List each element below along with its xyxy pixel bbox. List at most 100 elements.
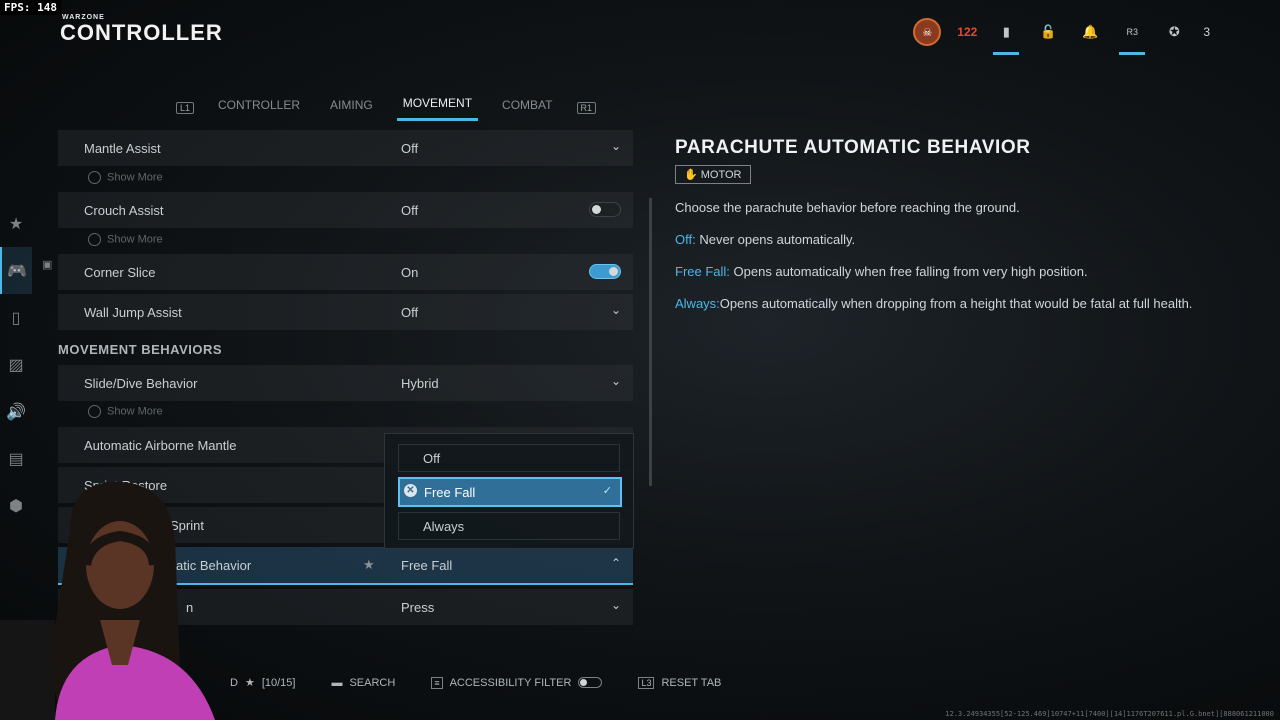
item-key: Always:	[675, 296, 720, 311]
show-more-link[interactable]: Show More	[88, 171, 163, 184]
r3-button-icon[interactable]: R3	[1119, 19, 1146, 55]
show-more-label: Show More	[107, 233, 163, 246]
options-button-icon: ≡	[431, 676, 443, 689]
streamer-webcam	[0, 470, 245, 720]
chevron-down-icon: ⌄	[610, 598, 621, 612]
setting-label: Corner Slice	[84, 265, 156, 280]
button-prompt-icon	[88, 233, 101, 246]
search-button[interactable]: ▬ SEARCH	[331, 677, 395, 689]
gamepad-icon[interactable]: 🎮	[0, 247, 32, 294]
show-more-link[interactable]: Show More	[88, 405, 163, 418]
show-more-label: Show More	[107, 171, 163, 184]
scrollbar[interactable]	[649, 198, 652, 486]
detail-description: Choose the parachute behavior before rea…	[675, 200, 1020, 215]
r1-bumper-icon[interactable]: R1	[576, 101, 597, 114]
setting-value: Press	[401, 600, 435, 615]
detail-item: Free Fall: Opens automatically when free…	[675, 264, 1235, 280]
setting-label: Automatic Airborne Mantle	[84, 438, 237, 453]
button-prompt-icon	[88, 405, 101, 418]
setting-label: Crouch Assist	[84, 203, 164, 218]
webcam-figure	[0, 481, 215, 720]
detail-item: Off: Never opens automatically.	[675, 232, 1235, 248]
rank-badge-icon: ☠	[913, 18, 942, 46]
dropdown-option-off[interactable]: Off	[398, 444, 620, 472]
favorites-count: [10/15]	[261, 676, 296, 689]
setting-value: Off	[401, 305, 419, 320]
display-icon[interactable]: ▨	[0, 341, 32, 388]
bell-icon[interactable]: 🔔	[1077, 19, 1103, 45]
setting-value: Hybrid	[401, 376, 439, 391]
l1-bumper-icon[interactable]: L1	[176, 101, 195, 114]
setting-label: Mantle Assist	[84, 141, 161, 156]
mouse-icon[interactable]: ▯	[0, 294, 32, 341]
lock-icon[interactable]: 🔓	[1035, 19, 1061, 45]
detail-item: Always:Opens automatically when dropping…	[675, 296, 1235, 312]
star-icon: ★	[244, 677, 255, 689]
setting-corner-slice[interactable]: Corner Slice On	[58, 254, 633, 290]
chevron-down-icon: ⌄	[610, 374, 621, 388]
r-trigger-icon: ▣	[42, 259, 53, 271]
build-version: 12.3.24934355[52-125.469]10747+11[7400][…	[945, 710, 1274, 718]
show-more-link[interactable]: Show More	[88, 233, 163, 246]
touchpad-icon: ▬	[331, 676, 343, 689]
search-label: SEARCH	[349, 676, 396, 689]
crouch-assist-toggle[interactable]	[589, 202, 621, 217]
checkmark-icon: ✓	[602, 485, 612, 497]
item-text: Opens automatically when free falling fr…	[729, 264, 1088, 279]
setting-wall-jump-assist[interactable]: Wall Jump Assist Off ⌄	[58, 294, 633, 330]
item-text: Never opens automatically.	[695, 232, 856, 247]
show-more-label: Show More	[107, 405, 163, 418]
tab-controller[interactable]: CONTROLLER	[212, 96, 306, 120]
controller-status-icon[interactable]: ▮	[993, 19, 1020, 55]
reset-tab-button[interactable]: L3 RESET TAB	[638, 676, 722, 689]
item-key: Off:	[675, 232, 696, 247]
accessibility-filter[interactable]: ≡ ACCESSIBILITY FILTER	[431, 676, 603, 689]
tab-aiming[interactable]: AIMING	[324, 96, 379, 120]
corner-slice-toggle[interactable]	[589, 264, 621, 279]
tab-movement[interactable]: MOVEMENT	[396, 94, 479, 121]
tab-combat[interactable]: COMBAT	[496, 96, 558, 120]
dropdown-option-always[interactable]: Always	[398, 512, 620, 540]
setting-value: Off	[401, 141, 419, 156]
hand-icon: ✋	[684, 169, 698, 181]
party-count: 3	[1203, 25, 1210, 39]
option-label: Free Fall	[424, 485, 476, 500]
setting-value: Off	[401, 203, 419, 218]
accessibility-toggle[interactable]	[578, 677, 603, 688]
page-title: CONTROLLER	[60, 20, 223, 45]
setting-label: Slide/Dive Behavior	[84, 376, 198, 391]
prestige-emblem-icon: ✪	[1168, 24, 1180, 39]
accessibility-label: ACCESSIBILITY FILTER	[449, 676, 572, 689]
setting-value: Free Fall	[401, 558, 453, 573]
player-level: 122	[957, 25, 978, 39]
setting-value: On	[401, 265, 419, 280]
reset-label: RESET TAB	[661, 676, 722, 689]
detail-panel: PARACHUTE AUTOMATIC BEHAVIOR ✋ MOTOR Cho…	[675, 137, 1235, 312]
tag-label: MOTOR	[700, 169, 742, 181]
setting-mantle-assist[interactable]: Mantle Assist Off ⌄	[58, 130, 633, 166]
setting-label: Wall Jump Assist	[84, 305, 182, 320]
setting-crouch-assist[interactable]: Crouch Assist Off	[58, 192, 633, 228]
chevron-up-icon: ⌃	[610, 556, 621, 570]
speaker-icon[interactable]: 🔊	[0, 388, 32, 435]
chevron-down-icon: ⌄	[610, 139, 621, 153]
motor-tag: ✋ MOTOR	[675, 165, 751, 184]
chevron-down-icon: ⌄	[610, 303, 621, 317]
item-text: Opens automatically when dropping from a…	[719, 296, 1193, 311]
button-prompt-icon	[88, 171, 101, 184]
dropdown-option-free-fall[interactable]: ✕ Free Fall ✓	[398, 477, 622, 507]
header-status: ☠ 122 ▮ 🔓 🔔 R3 ✪ 3	[913, 18, 1210, 55]
option-label: Always	[423, 519, 465, 534]
favorite-star-icon[interactable]: ★	[363, 557, 375, 573]
section-heading: MOVEMENT BEHAVIORS	[58, 342, 223, 357]
star-icon[interactable]: ★	[0, 200, 32, 247]
settings-tabs: L1 CONTROLLER AIMING MOVEMENT COMBAT R1	[176, 94, 597, 121]
footer-bar: D★[10/15] ▬SEARCH ≡ACCESSIBILITY FILTER …	[230, 676, 721, 689]
option-label: Off	[423, 451, 441, 466]
detail-title: PARACHUTE AUTOMATIC BEHAVIOR	[675, 137, 1031, 158]
l3-button-icon: L3	[638, 676, 655, 689]
setting-slide-dive[interactable]: Slide/Dive Behavior Hybrid ⌄	[58, 365, 633, 401]
option-dropdown: Off ✕ Free Fall ✓ Always	[384, 433, 634, 549]
item-key: Free Fall:	[675, 264, 730, 279]
r3-label: R3	[1126, 27, 1139, 37]
